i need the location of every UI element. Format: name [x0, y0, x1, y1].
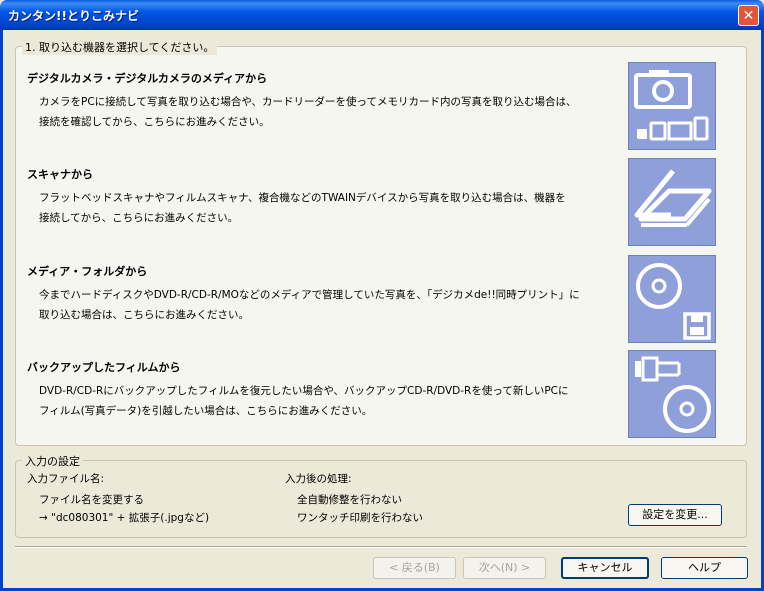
section-media-desc: 今までハードディスクやDVD-R/CD-R/MOなどのメディアで管理していた写真…: [39, 285, 580, 325]
select-device-legend: 1. 取り込む機器を選択してください。: [22, 39, 218, 55]
backup-film-source-button[interactable]: [628, 350, 716, 438]
section-film-desc-line1: DVD-R/CD-Rにバックアップしたフィルムを復元したい場合や、バックアップC…: [39, 385, 569, 397]
next-button[interactable]: 次へ(N) >: [463, 557, 546, 579]
section-media-desc-line1: 今までハードディスクやDVD-R/CD-R/MOなどのメディアで管理していた写真…: [39, 289, 580, 301]
media-folder-source-button[interactable]: [628, 255, 716, 343]
title-bar[interactable]: カンタン!!とりこみナビ ✕: [0, 0, 764, 30]
section-media-title: メディア・フォルダから: [27, 265, 148, 278]
section-camera-desc-line1: カメラをPCに接続して写真を取り込む場合や、カードリーダーを使ってメモリカード内…: [39, 96, 577, 108]
input-settings-legend: 入力の設定: [22, 453, 83, 469]
scanner-icon: [634, 169, 712, 227]
section-camera-desc-line2: 接続を確認してから、こちらにお進みください。: [39, 116, 270, 128]
window-title: カンタン!!とりこみナビ: [8, 9, 139, 23]
post-process-line1: 全自動修整を行わない: [297, 494, 402, 506]
section-camera-desc: カメラをPCに接続して写真を取り込む場合や、カードリーダーを使ってメモリカード内…: [39, 92, 577, 132]
scanner-source-button[interactable]: [628, 158, 716, 246]
post-process-line2: ワンタッチ印刷を行わない: [297, 512, 423, 524]
help-button[interactable]: ヘルプ: [661, 557, 748, 579]
section-scanner-desc-line1: フラットベッドスキャナやフィルムスキャナ、複合機などのTWAINデバイスから写真…: [39, 192, 566, 204]
disc-media-icon: [636, 263, 711, 340]
section-camera-title: デジタルカメラ・デジタルカメラのメディアから: [27, 72, 268, 85]
film-disc-icon: [635, 356, 711, 433]
filename-setting-line2: → "dc080301" + 拡張子(.jpgなど): [39, 512, 210, 524]
section-film-title: バックアップしたフィルムから: [27, 361, 181, 374]
camera-source-button[interactable]: [628, 62, 716, 150]
close-button[interactable]: ✕: [738, 5, 759, 26]
camera-icon: [634, 70, 709, 141]
section-media-desc-line2: 取り込む場合は、こちらにお進みください。: [39, 309, 249, 321]
section-film-desc-line2: フィルム(写真データ)を引越したい場合は、こちらにお進みください。: [39, 405, 373, 417]
cancel-button[interactable]: キャンセル: [561, 557, 649, 579]
section-scanner-desc-line2: 接続してから、こちらにお進みください。: [39, 212, 239, 224]
section-film-desc: DVD-R/CD-Rにバックアップしたフィルムを復元したい場合や、バックアップC…: [39, 381, 569, 421]
filename-label: 入力ファイル名:: [27, 473, 105, 485]
footer-separator: [15, 546, 746, 548]
back-button[interactable]: < 戻る(B): [373, 557, 456, 579]
filename-setting-line1: ファイル名を変更する: [39, 494, 144, 506]
post-process-label: 入力後の処理:: [285, 473, 352, 485]
section-scanner-title: スキャナから: [27, 168, 93, 181]
change-settings-button[interactable]: 設定を変更...: [628, 504, 722, 526]
section-scanner-desc: フラットベッドスキャナやフィルムスキャナ、複合機などのTWAINデバイスから写真…: [39, 188, 566, 228]
